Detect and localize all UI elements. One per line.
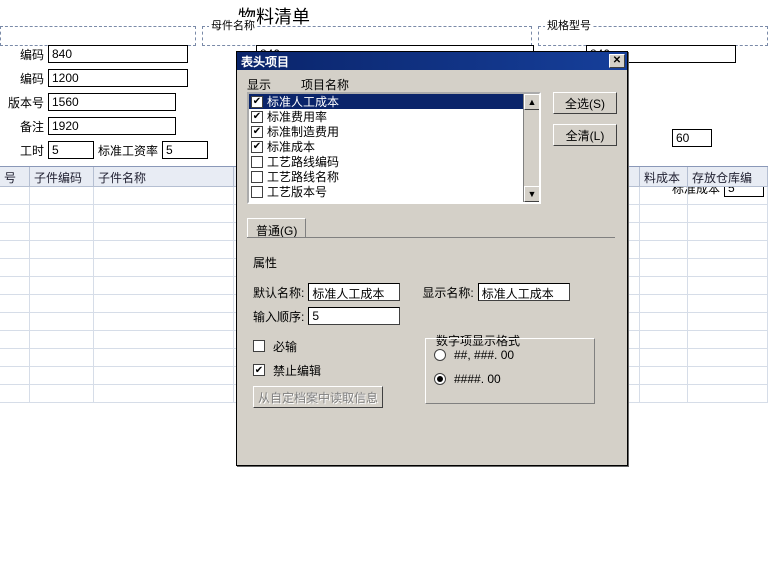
list-item[interactable]: ✔标准费用率 [249,109,539,124]
field-input[interactable]: 1920 [48,117,176,135]
fmt2-radio[interactable] [434,373,446,385]
list-item-checkbox[interactable]: ✔ [251,111,263,123]
list-item[interactable]: ✔标准制造费用 [249,124,539,139]
table-header[interactable]: 号 [0,167,30,186]
field-input[interactable]: 1560 [48,93,176,111]
list-item[interactable]: 工艺版本号 [249,184,539,199]
select-all-button[interactable]: 全选(S) [553,92,617,114]
dialog-title: 表头项目 [241,53,609,70]
field-label: 备注 [2,118,44,135]
field-input[interactable]: 840 [48,45,188,63]
list-item-checkbox[interactable]: ✔ [251,96,263,108]
field-label: 编码 [2,46,44,63]
list-item-checkbox[interactable] [251,171,263,183]
group-label: 属性 [253,254,277,271]
display-name-label: 显示名称: [422,284,473,301]
fieldset-legend: 母件名称 [209,17,257,33]
dialog-titlebar[interactable]: 表头项目 ✕ [237,52,627,70]
fmt2-label: ####. 00 [454,372,501,386]
fmt1-label: ##, ###. 00 [454,348,514,362]
table-header[interactable]: 料成本 [640,167,688,186]
fmt1-radio[interactable] [434,349,446,361]
list-item-checkbox[interactable] [251,156,263,168]
field-input[interactable]: 60 [672,129,712,147]
scroll-down-icon[interactable]: ▼ [524,186,540,202]
header-items-dialog: 表头项目 ✕ 显示 项目名称 ✔标准人工成本✔标准费用率✔标准制造费用✔标准成本… [236,51,628,466]
display-name-input[interactable]: 标准人工成本 [478,283,570,301]
field-label: 版本号 [2,94,44,111]
fieldset-legend: 规格型号 [545,17,593,33]
column-header-show: 显示 [247,76,271,93]
field-label: 标准工资率 [98,142,158,159]
order-input[interactable]: 5 [308,307,400,325]
read-from-custom-button[interactable]: 从自定档案中读取信息 [253,386,383,408]
list-item[interactable]: ✔标准人工成本 [249,94,539,109]
numfmt-group: ##, ###. 00 ####. 00 [425,338,595,404]
hours-input[interactable]: 5 [48,141,94,159]
order-label: 输入顺序: [253,308,304,325]
scroll-up-icon[interactable]: ▲ [524,94,540,110]
field-input[interactable]: 1200 [48,69,188,87]
close-icon[interactable]: ✕ [609,54,625,68]
table-header[interactable]: 子件名称 [94,167,234,186]
rate-input[interactable]: 5 [162,141,208,159]
lock-edit-checkbox[interactable]: ✔ [253,364,265,376]
list-item-checkbox[interactable]: ✔ [251,126,263,138]
tab-general[interactable]: 普通(G) [247,218,306,238]
field-label: 编码 [2,70,44,87]
required-checkbox[interactable] [253,340,265,352]
list-item[interactable]: ✔标准成本 [249,139,539,154]
list-item-checkbox[interactable] [251,186,263,198]
list-item-label: 工艺版本号 [267,183,327,200]
list-item-checkbox[interactable]: ✔ [251,141,263,153]
items-listbox[interactable]: ✔标准人工成本✔标准费用率✔标准制造费用✔标准成本工艺路线编码工艺路线名称工艺版… [247,92,541,204]
table-header[interactable]: 子件编码 [30,167,94,186]
default-name-label: 默认名称: [253,284,304,301]
clear-all-button[interactable]: 全清(L) [553,124,617,146]
required-label: 必输 [273,338,297,355]
list-item[interactable]: 工艺路线编码 [249,154,539,169]
field-label: 工时 [2,142,44,159]
list-item[interactable]: 工艺路线名称 [249,169,539,184]
scrollbar[interactable]: ▲ ▼ [523,94,539,202]
table-header[interactable]: 存放仓库编 [688,167,768,186]
default-name-input[interactable]: 标准人工成本 [308,283,400,301]
column-header-name: 项目名称 [301,76,349,93]
lock-edit-label: 禁止编辑 [273,362,321,379]
